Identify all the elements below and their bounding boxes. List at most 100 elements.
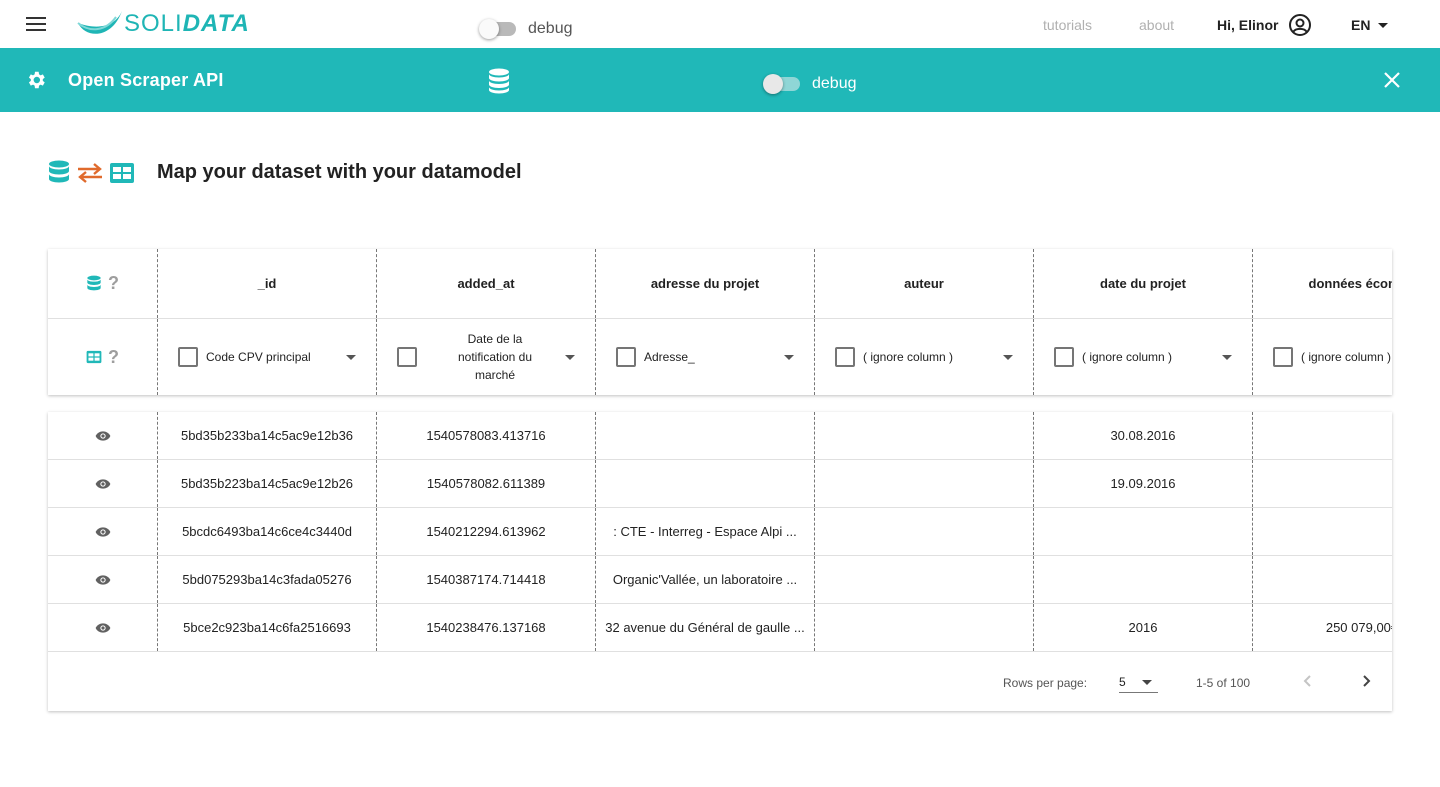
- gear-icon[interactable]: [25, 69, 47, 91]
- column-header-donnees[interactable]: données économ: [1252, 249, 1392, 318]
- hamburger-menu-icon[interactable]: [26, 17, 46, 31]
- column-header-id[interactable]: _id: [157, 249, 376, 318]
- mapping-select-value[interactable]: Date de la notification du marché: [425, 330, 565, 384]
- eye-icon[interactable]: [95, 574, 111, 586]
- mapping-select-value[interactable]: ( ignore column ): [1301, 348, 1392, 366]
- row-view-cell: [48, 556, 157, 603]
- data-table-card: 5bd35b233ba14c5ac9e12b36 1540578083.41371…: [48, 412, 1392, 711]
- debug-label: debug: [528, 20, 573, 37]
- top-app-bar: SOLIDATA debug tutorials about Hi, Elino…: [0, 0, 1440, 48]
- mapping-checkbox[interactable]: [178, 347, 198, 367]
- chevron-down-icon: [1142, 680, 1152, 685]
- table-cell: [814, 460, 1033, 507]
- solidata-logo[interactable]: SOLIDATA: [76, 8, 250, 40]
- row-view-cell: [48, 604, 157, 651]
- table-cell: [1252, 460, 1392, 507]
- table-cell: [814, 412, 1033, 459]
- column-header-auteur[interactable]: auteur: [814, 249, 1033, 318]
- chevron-down-icon[interactable]: [565, 354, 575, 360]
- chevron-down-icon[interactable]: [346, 354, 356, 360]
- logo-wave-icon: [77, 11, 122, 34]
- mapping-cell: Date de la notification du marché: [376, 319, 595, 395]
- table-cell: [1033, 508, 1252, 555]
- table-cell: 30.08.2016: [1033, 412, 1252, 459]
- mapping-select-value[interactable]: ( ignore column ): [863, 348, 1003, 366]
- mapping-select-row: ? Code CPV principal Date de la notifica…: [48, 319, 1392, 395]
- column-header-row: ? _id added_at adresse du projet auteur …: [48, 249, 1392, 319]
- chevron-left-icon[interactable]: [1300, 673, 1316, 689]
- table-cell: 5bd075293ba14c3fada05276: [157, 556, 376, 603]
- table-cell: 2016: [1033, 604, 1252, 651]
- chevron-down-icon[interactable]: [1003, 354, 1013, 360]
- chevron-right-icon[interactable]: [1358, 673, 1374, 689]
- data-table-body: 5bd35b233ba14c5ac9e12b36 1540578083.41371…: [48, 412, 1392, 652]
- table-cell: [1252, 556, 1392, 603]
- rows-per-page-select[interactable]: 5: [1119, 669, 1158, 693]
- table-cell: 1540238476.137168: [376, 604, 595, 651]
- table-cell: 1540387174.714418: [376, 556, 595, 603]
- mapping-select-value[interactable]: ( ignore column ): [1082, 348, 1222, 366]
- mapping-cell: ( ignore column ): [814, 319, 1033, 395]
- toolbar-title: Open Scraper API: [68, 70, 224, 90]
- eye-icon[interactable]: [95, 622, 111, 634]
- swap-arrows-icon: [78, 163, 102, 183]
- table-cell: 5bd35b233ba14c5ac9e12b36: [157, 412, 376, 459]
- mapping-select-value[interactable]: Code CPV principal: [206, 348, 346, 366]
- heading-icons: [47, 160, 135, 186]
- table-cell: 32 avenue du Général de gaulle ...: [595, 604, 814, 651]
- toolbar-debug-toggle[interactable]: debug: [763, 74, 857, 94]
- mapping-select-value[interactable]: Adresse_: [644, 348, 784, 366]
- table-cell: 1540578083.413716: [376, 412, 595, 459]
- database-icon: [489, 68, 509, 94]
- user-greeting: Hi, Elinor: [1217, 17, 1279, 33]
- table-cell: [595, 412, 814, 459]
- datamodel-help-cell: ?: [48, 319, 157, 395]
- table-cell: 5bce2c923ba14c6fa2516693: [157, 604, 376, 651]
- table-row: 5bd35b223ba14c5ac9e12b26 1540578082.61138…: [48, 460, 1392, 508]
- pagination-range: 1-5 of 100: [1196, 676, 1251, 690]
- account-circle-icon[interactable]: [1288, 13, 1312, 37]
- page-title: Map your dataset with your datamodel: [157, 161, 522, 183]
- table-pagination: Rows per page: 5 1-5 of 100: [48, 652, 1392, 711]
- table-cell: [1252, 412, 1392, 459]
- table-cell: 19.09.2016: [1033, 460, 1252, 507]
- column-header-date[interactable]: date du projet: [1033, 249, 1252, 318]
- help-icon[interactable]: ?: [108, 273, 119, 294]
- mapping-cell: ( ignore column ): [1033, 319, 1252, 395]
- mapping-checkbox[interactable]: [1054, 347, 1074, 367]
- database-icon: [87, 275, 101, 290]
- language-selector[interactable]: EN: [1351, 17, 1389, 33]
- chevron-down-icon: [1378, 22, 1389, 28]
- dataset-help-cell: ?: [48, 249, 157, 318]
- column-header-adresse[interactable]: adresse du projet: [595, 249, 814, 318]
- chevron-down-icon[interactable]: [784, 354, 794, 360]
- close-icon[interactable]: [1381, 69, 1403, 91]
- chevron-down-icon[interactable]: [1222, 354, 1232, 360]
- rows-per-page-value: 5: [1119, 675, 1126, 689]
- table-cell: [595, 460, 814, 507]
- table-cell: 5bcdc6493ba14c6ce4c3440d: [157, 508, 376, 555]
- about-link[interactable]: about: [1139, 17, 1174, 33]
- table-row: 5bcdc6493ba14c6ce4c3440d 1540212294.61396…: [48, 508, 1392, 556]
- eye-icon[interactable]: [95, 478, 111, 490]
- mapping-checkbox[interactable]: [397, 347, 417, 367]
- table-cell: [1033, 556, 1252, 603]
- help-icon[interactable]: ?: [108, 347, 119, 368]
- table-cell: [814, 604, 1033, 651]
- toolbar-debug-label: debug: [812, 75, 857, 92]
- table-cell: Organic'Vallée, un laboratoire ...: [595, 556, 814, 603]
- mapping-checkbox[interactable]: [616, 347, 636, 367]
- debug-toggle[interactable]: debug: [479, 19, 573, 39]
- table-cell: 250 079,00€: [1252, 604, 1392, 651]
- database-icon: [49, 160, 69, 183]
- column-header-added-at[interactable]: added_at: [376, 249, 595, 318]
- mapping-checkbox[interactable]: [835, 347, 855, 367]
- language-label: EN: [1351, 17, 1371, 33]
- mapping-checkbox[interactable]: [1273, 347, 1293, 367]
- tutorials-link[interactable]: tutorials: [1043, 17, 1092, 33]
- table-cell: [814, 508, 1033, 555]
- mapping-cell: ( ignore column ): [1252, 319, 1392, 395]
- eye-icon[interactable]: [95, 430, 111, 442]
- eye-icon[interactable]: [95, 526, 111, 538]
- table-row: 5bce2c923ba14c6fa2516693 1540238476.13716…: [48, 604, 1392, 652]
